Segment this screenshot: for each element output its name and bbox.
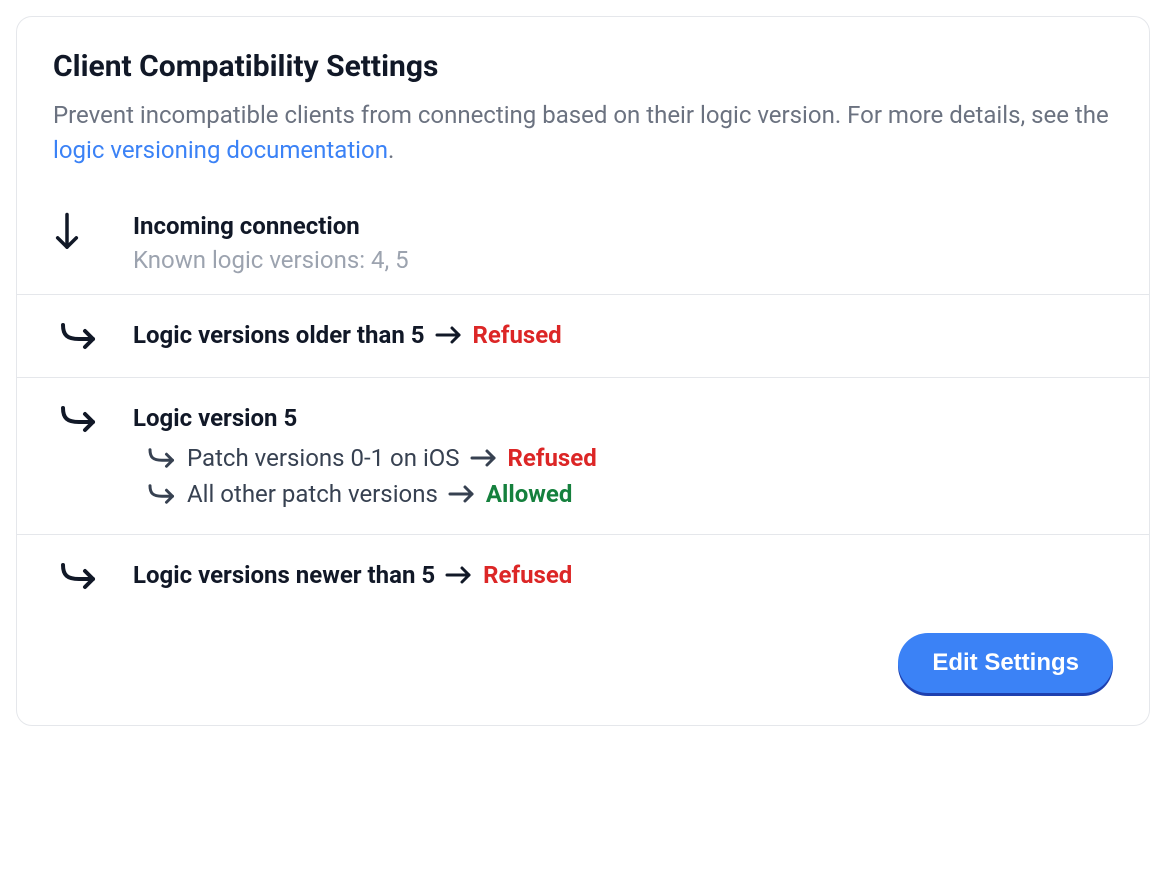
subrule-status: Allowed (486, 480, 572, 508)
card-footer: Edit Settings (17, 617, 1149, 725)
rule-newer-label: Logic versions newer than 5 (133, 561, 435, 589)
card-description: Prevent incompatible clients from connec… (53, 98, 1113, 168)
description-prefix: Prevent incompatible clients from connec… (53, 101, 1109, 129)
rule-older-status: Refused (473, 321, 562, 349)
rule-older-label: Logic versions older than 5 (133, 321, 425, 349)
arrow-down-icon (53, 212, 105, 252)
rule-older-section: Logic versions older than 5 Refused (17, 294, 1149, 377)
corner-arrow-icon (53, 561, 105, 591)
subrule-row: All other patch versions Allowed (133, 480, 1113, 508)
rule-older-body: Logic versions older than 5 Refused (133, 321, 1113, 349)
incoming-subtitle: Known logic versions: 4, 5 (133, 246, 1113, 274)
corner-arrow-small-icon (147, 446, 177, 470)
arrow-right-icon (445, 565, 473, 585)
arrow-right-icon (435, 325, 463, 345)
card-header: Client Compatibility Settings Prevent in… (17, 17, 1149, 192)
rule-current-label: Logic version 5 (133, 404, 1113, 432)
docs-link[interactable]: logic versioning documentation (53, 136, 388, 164)
incoming-title: Incoming connection (133, 212, 1113, 240)
compatibility-settings-card: Client Compatibility Settings Prevent in… (16, 16, 1150, 726)
arrow-right-icon (470, 448, 498, 468)
rule-newer-status: Refused (483, 561, 572, 589)
incoming-body: Incoming connection Known logic versions… (133, 212, 1113, 274)
arrow-right-icon (448, 484, 476, 504)
corner-arrow-icon (53, 321, 105, 351)
rule-current-section: Logic version 5 Patch versions 0-1 on iO… (17, 377, 1149, 534)
subrule-label: Patch versions 0-1 on iOS (187, 444, 460, 472)
rule-newer-section: Logic versions newer than 5 Refused (17, 534, 1149, 617)
description-suffix: . (388, 136, 394, 164)
corner-arrow-icon (53, 404, 105, 434)
corner-arrow-small-icon (147, 482, 177, 506)
rule-current-body: Logic version 5 Patch versions 0-1 on iO… (133, 404, 1113, 508)
card-title: Client Compatibility Settings (53, 49, 1113, 84)
subrule-status: Refused (508, 444, 597, 472)
subrule-row: Patch versions 0-1 on iOS Refused (133, 444, 1113, 472)
rule-newer-body: Logic versions newer than 5 Refused (133, 561, 1113, 589)
edit-settings-button[interactable]: Edit Settings (898, 633, 1113, 693)
subrule-label: All other patch versions (187, 480, 438, 508)
incoming-section: Incoming connection Known logic versions… (17, 192, 1149, 294)
